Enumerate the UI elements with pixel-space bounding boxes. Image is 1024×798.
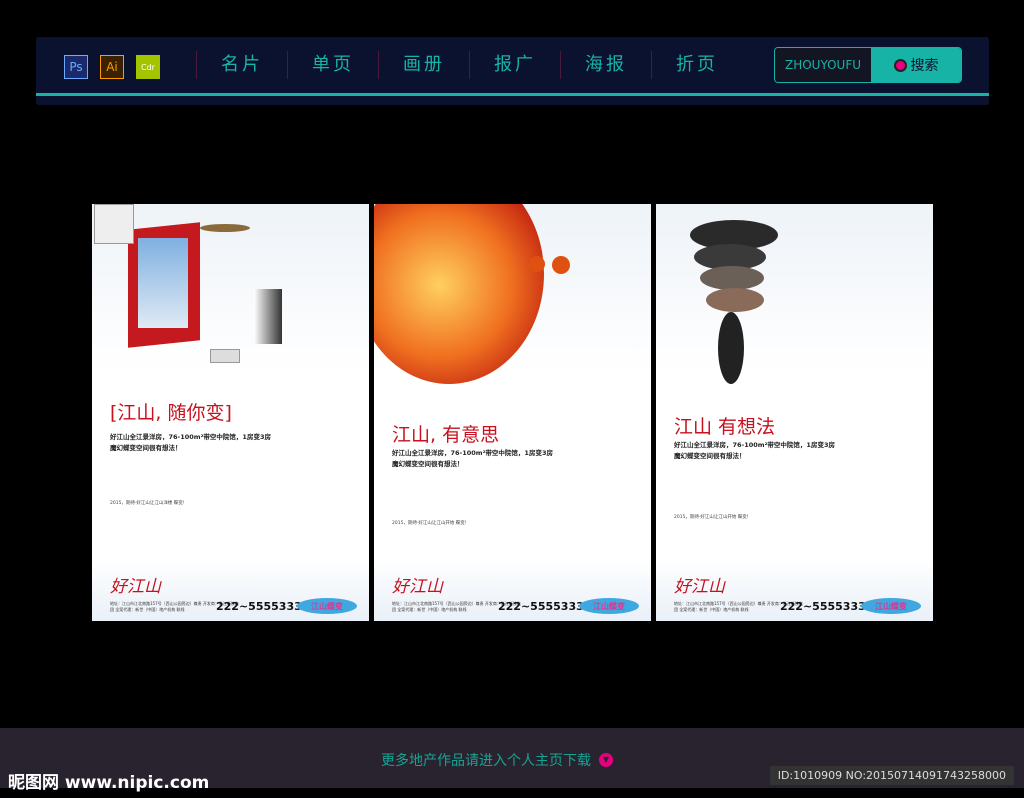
nav-item-brochures[interactable]: 画册 (378, 51, 469, 79)
nav-item-folds[interactable]: 折页 (651, 51, 742, 79)
brand-logo: 好江山 (392, 577, 443, 597)
poster-tagline: 2015，期待·好江山让江山洋楼 蝶变! (110, 501, 185, 506)
nav-item-posters[interactable]: 海报 (560, 51, 651, 79)
poster-tagline: 2015，期待·好江山让江山开始 蝶变! (674, 515, 749, 520)
poster-2[interactable]: 江山, 有意思 好江山全江景洋房，76-100m²带空中院馆，1房变3房 魔幻蝶变… (374, 204, 651, 621)
poster-tag: 江山蝶变 (297, 598, 357, 614)
poster-phone: 222~55553333 (498, 600, 592, 613)
brand-logo: 好江山 (110, 577, 161, 597)
illustrator-icon[interactable]: Ai (100, 55, 124, 79)
photoshop-icon[interactable]: Ps (64, 55, 88, 79)
nav-item-print-ads[interactable]: 报广 (469, 51, 560, 79)
poster-phone: 222~55553333 (216, 600, 310, 613)
search-box: ZHOUYOUFU 搜索 (774, 47, 962, 83)
poster-tagline: 2015，期待·好江山让江山开始 蝶变! (392, 521, 467, 526)
brand-logo: 好江山 (674, 577, 725, 597)
image-id: ID:1010909 NO:20150714091743258000 (769, 766, 1014, 785)
poster-tag: 江山蝶变 (861, 598, 921, 614)
poster-3[interactable]: 江山 有想法 好江山全江景洋房，76-100m²带空中院馆，1房变3房 魔幻蝶变空… (656, 204, 933, 621)
poster-subtitle: 好江山全江景洋房，76-100m²带空中院馆，1房变3房 魔幻蝶变空间很有想法！ (392, 449, 553, 468)
nav-divider (36, 93, 989, 96)
search-icon (893, 58, 907, 72)
poster-phone: 222~55553333 (780, 600, 874, 613)
nav-item-flyers[interactable]: 单页 (287, 51, 378, 79)
coreldraw-icon[interactable]: Cdr (136, 55, 160, 79)
poster-subtitle: 好江山全江景洋房，76-100m²带空中院馆，1房变3房 魔幻蝶变空间很有想法！ (674, 441, 835, 460)
download-arrow-icon: ▼ (599, 753, 613, 767)
nav-item-cards[interactable]: 名片 (196, 51, 287, 79)
search-button[interactable]: 搜索 (871, 48, 961, 82)
poster-tag: 江山蝶变 (579, 598, 639, 614)
more-works-link[interactable]: 更多地产作品请进入个人主页下载 ▼ (381, 750, 613, 770)
footer: 更多地产作品请进入个人主页下载 ▼ 昵图网 www.nipic.com ID:10… (0, 728, 1024, 793)
poster-subtitle: 好江山全江景洋房，76-100m²带空中院馆，1房变3房 魔幻蝶变空间很有想法！ (110, 433, 271, 452)
poster-title: 江山 有想法 (674, 416, 776, 438)
watermark: 昵图网 www.nipic.com (8, 773, 210, 793)
poster-1[interactable]: [江山, 随你变] 好江山全江景洋房，76-100m²带空中院馆，1房变3房 魔幻… (92, 204, 369, 621)
search-label: 搜索 (910, 58, 939, 74)
search-input[interactable]: ZHOUYOUFU (775, 48, 871, 82)
top-nav: Ps Ai Cdr 名片 单页 画册 报广 海报 折页 ZHOUYOUFU 搜索 (36, 37, 989, 105)
poster-title: 江山, 有意思 (392, 424, 500, 446)
poster-title: [江山, 随你变] (110, 402, 232, 424)
